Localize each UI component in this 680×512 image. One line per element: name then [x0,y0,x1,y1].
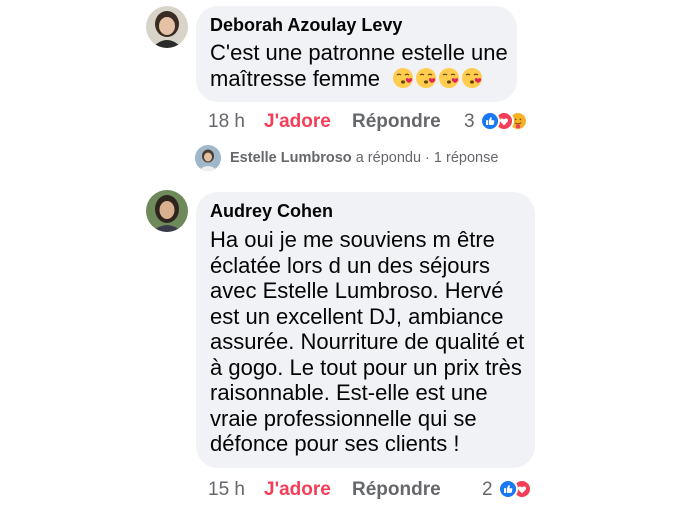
comment-timestamp[interactable]: 15 h [208,479,245,501]
reply-button[interactable]: Répondre [352,111,441,133]
love-reaction-button[interactable]: J'adore [264,111,331,133]
kissing-face-icon [461,67,483,89]
kissing-face-icon [392,67,414,89]
comment-text-line: à gogo. Le tout pour un prix très [210,354,522,380]
comment-text-line: assurée. Nourriture de qualité et [210,329,525,354]
comment-author-name[interactable]: Deborah Azoulay Levy [210,15,402,36]
comment-text: maîtresse femme [210,66,380,91]
comment-text-line: raisonnable. Est-elle est une [210,380,488,405]
avatar-deborah[interactable] [146,6,188,48]
avatar-estelle[interactable] [195,145,221,171]
reaction-summary[interactable]: 2 [480,479,540,500]
reply-count[interactable]: 1 réponse [434,150,499,166]
avatar-audrey[interactable] [146,190,188,232]
comment-text-line: éclatée lors d un des séjours [210,252,491,278]
reply-author-name[interactable]: Estelle Lumbroso [230,150,352,166]
reply-button[interactable]: Répondre [352,479,441,501]
comment-text-line: est un excellent DJ, ambiance [210,303,504,329]
like-reaction-icon [480,111,500,131]
reaction-summary[interactable]: 3 [462,111,542,132]
reaction-count: 3 [464,111,475,132]
kissing-face-icon [438,67,460,89]
comment-author-name[interactable]: Audrey Cohen [210,201,333,222]
love-reaction-button[interactable]: J'adore [264,479,331,501]
comment-text-line: vraie professionnelle qui se [210,405,477,431]
comment-timestamp[interactable]: 18 h [208,111,245,133]
comment-text-line: Ha oui je me souviens m être [210,227,495,252]
kissing-face-icon [415,67,437,89]
like-reaction-icon [498,479,518,499]
comment-text-line: défonce pour ses clients ! [210,431,460,456]
reply-action-text: a répondu [355,150,422,166]
reply-separator: · [421,150,434,166]
comment-text-line: C'est une patronne estelle une [210,40,508,65]
reply-summary[interactable]: Estelle Lumbroso a répondu · 1 réponse [230,150,498,166]
comment-text-line: maîtresse femme [210,66,484,92]
reaction-count: 2 [482,479,493,500]
comment-text-line: avec Estelle Lumbroso. Hervé [210,278,504,303]
